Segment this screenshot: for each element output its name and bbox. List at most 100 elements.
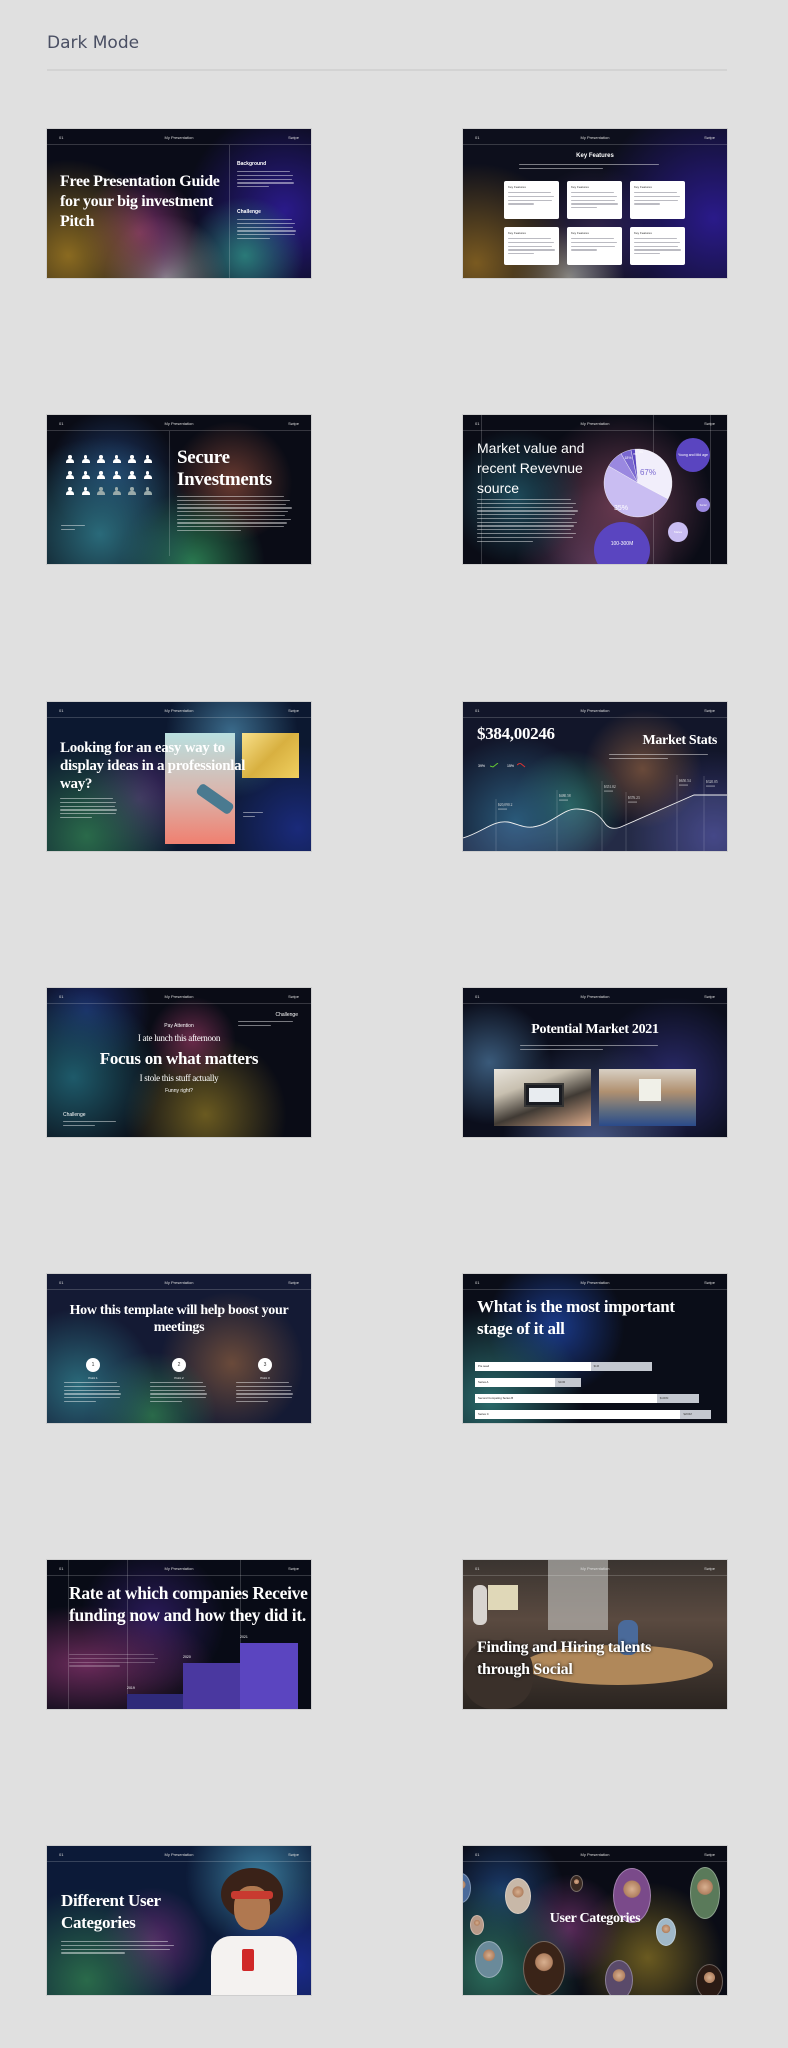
- slide-header-title: My Presentation: [164, 994, 194, 999]
- slide-secure-investments[interactable]: 01 My Presentation Swipe Secure Investment…: [47, 415, 311, 564]
- funding-bar: [240, 1643, 298, 1709]
- swipe-label[interactable]: Swipe: [704, 1566, 715, 1571]
- swipe-label[interactable]: Swipe: [288, 1852, 299, 1857]
- slide-header-title: My Presentation: [164, 421, 194, 426]
- text-line: [237, 182, 295, 184]
- swipe-label[interactable]: Swipe: [704, 708, 715, 713]
- slide-market-stats[interactable]: 01 My Presentation Swipe $384,00246 Market…: [463, 702, 727, 851]
- slide-funding-rate[interactable]: 01 My Presentation Swipe Rate at which com…: [47, 1560, 311, 1709]
- feature-card-text: [571, 238, 618, 251]
- feature-card[interactable]: Key Features: [504, 227, 559, 265]
- text-line: [571, 238, 615, 240]
- text-line: [177, 526, 284, 528]
- body-text: [237, 219, 297, 242]
- text-line: [634, 199, 679, 201]
- funding-stage-value: $200M: [680, 1410, 711, 1419]
- person-head: [68, 471, 72, 475]
- person-icon: [112, 455, 121, 464]
- swipe-label[interactable]: Swipe: [704, 421, 715, 426]
- person-head: [145, 455, 150, 459]
- headline: Focus on what matters: [99, 1049, 259, 1068]
- text-line: [236, 1400, 268, 1403]
- swipe-label[interactable]: Swipe: [288, 1280, 299, 1285]
- slide-title: Secure Investments: [177, 447, 272, 490]
- person-icon: [81, 455, 90, 464]
- slide-key-features[interactable]: 01 My Presentation Swipe Key Features Key …: [463, 129, 727, 278]
- step-text: [64, 1382, 122, 1405]
- step-number-badge: 3: [258, 1358, 272, 1372]
- text-line: [60, 798, 114, 800]
- slide-market-value[interactable]: 01 My Presentation Swipe Market value and …: [463, 415, 727, 564]
- text-line: [571, 207, 597, 209]
- swipe-label[interactable]: Swipe: [704, 994, 715, 999]
- data-label: $351.02: [604, 785, 616, 789]
- slide-pitch[interactable]: 01 My Presentation Swipe Free Presentation…: [47, 129, 311, 278]
- text-line: [634, 203, 660, 205]
- slide-header: 01 My Presentation Swipe: [463, 988, 727, 1004]
- person-icon: [81, 487, 90, 496]
- feature-card[interactable]: Key Features: [567, 181, 622, 219]
- person-body: [143, 475, 152, 480]
- feature-card-title: Key Features: [571, 231, 589, 235]
- funding-year-label: 2020: [183, 1654, 191, 1659]
- text-line: [60, 805, 115, 807]
- text-line: [571, 203, 618, 205]
- slide-how-template-helps[interactable]: 01 My Presentation Swipe How this template…: [47, 1274, 311, 1423]
- text-line: [177, 518, 291, 520]
- swipe-label[interactable]: Swipe: [288, 1566, 299, 1571]
- slide-funding-stages[interactable]: 01 My Presentation Swipe Whtat is the most…: [463, 1274, 727, 1423]
- swipe-label[interactable]: Swipe: [704, 1280, 715, 1285]
- body-text: [237, 171, 295, 190]
- laptop-work-photo: [494, 1069, 591, 1126]
- feature-card[interactable]: Key Features: [630, 227, 685, 265]
- text-line: [60, 809, 118, 811]
- slide-user-categories[interactable]: 01 My Presentation Swipe User Categories: [463, 1846, 727, 1995]
- slide-different-users[interactable]: 01 My Presentation Swipe Different User Ca…: [47, 1846, 311, 1995]
- person-body: [97, 459, 105, 464]
- feature-card-text: [508, 238, 555, 255]
- feature-card-text: [571, 192, 618, 209]
- swipe-label[interactable]: Swipe: [704, 135, 715, 140]
- swipe-label[interactable]: Swipe: [288, 708, 299, 713]
- text-line: [60, 816, 92, 819]
- bubble-males: Males: [668, 522, 688, 542]
- text-line: [237, 230, 297, 232]
- swipe-label[interactable]: Swipe: [288, 421, 299, 426]
- person-body: [128, 491, 136, 496]
- text-line: [236, 1382, 290, 1384]
- feature-card[interactable]: Key Features: [567, 227, 622, 265]
- person-body: [112, 491, 121, 496]
- data-sublabel: [628, 801, 637, 803]
- body-text: [69, 1654, 161, 1669]
- text-line: [236, 1397, 292, 1399]
- text-line: [508, 245, 553, 247]
- pie-label: 18%: [624, 456, 631, 460]
- person-head: [130, 471, 134, 475]
- slide-hiring[interactable]: 01 My Presentation Swipe Finding and Hirin…: [463, 1560, 727, 1709]
- step-number-badge: 2: [172, 1358, 186, 1372]
- swipe-label[interactable]: Swipe: [288, 994, 299, 999]
- text-line: [150, 1385, 207, 1387]
- swipe-label[interactable]: Swipe: [288, 135, 299, 140]
- user-avatar-photo: [475, 1941, 503, 1978]
- text-line: [177, 511, 289, 513]
- text-line: [63, 1124, 95, 1126]
- person-body: [112, 475, 121, 480]
- text-line: [60, 801, 117, 803]
- feature-card[interactable]: Key Features: [504, 181, 559, 219]
- text-line: [634, 253, 660, 255]
- bubble-young-mid-age: Young and Mid age: [676, 438, 710, 472]
- slide-title: Potential Market 2021: [531, 1022, 659, 1037]
- text-line: [69, 1661, 156, 1663]
- slide-header: 01 My Presentation Swipe: [463, 415, 727, 431]
- slide-header: 01 My Presentation Swipe: [47, 1560, 311, 1576]
- text-line: [237, 186, 269, 188]
- slide-header: 01 My Presentation Swipe: [463, 129, 727, 145]
- swipe-label[interactable]: Swipe: [704, 1852, 715, 1857]
- slide-ideas[interactable]: 01 My Presentation Swipe Looking for an ea…: [47, 702, 311, 851]
- slide-potential-market[interactable]: 01 My Presentation Swipe Potential Market …: [463, 988, 727, 1137]
- feature-card[interactable]: Key Features: [630, 181, 685, 219]
- slide-focus[interactable]: 01 My Presentation Swipe Challenge Pay Att…: [47, 988, 311, 1137]
- slide-title: User Categories: [549, 1911, 641, 1926]
- feature-card-text: [508, 192, 555, 205]
